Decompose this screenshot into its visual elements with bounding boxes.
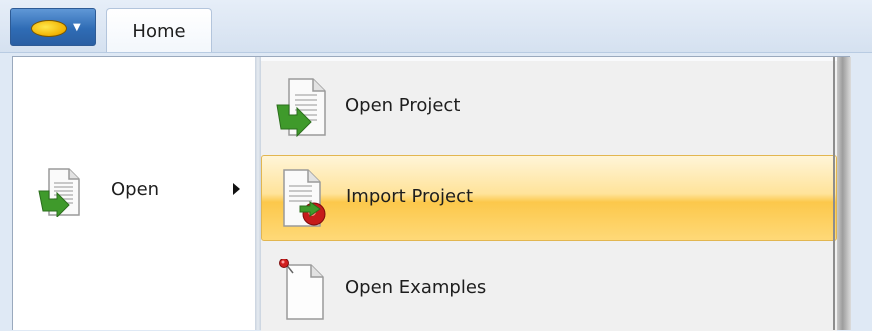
menu-shadow-edge: [837, 57, 851, 330]
dropdown-caret-icon: ▼: [73, 22, 81, 33]
document-import-icon: [276, 168, 332, 233]
menu-left-pane: Open: [13, 57, 255, 330]
document-pin-icon: [275, 258, 331, 326]
submenu-item-open-project-label: Open Project: [345, 95, 461, 116]
tab-home[interactable]: Home: [106, 8, 212, 52]
ribbon-bar: ▼ Home: [0, 0, 872, 53]
application-menu-button[interactable]: ▼: [10, 8, 96, 46]
submenu-item-import-project-label: Import Project: [346, 186, 474, 207]
submenu-item-open-examples[interactable]: Open Examples: [261, 247, 837, 331]
application-dropdown-menu: Open Open Project Import Project Open Ex…: [12, 56, 851, 331]
app-logo-icon: [31, 20, 67, 37]
menu-right-border: [833, 57, 835, 330]
submenu-item-open-examples-label: Open Examples: [345, 277, 487, 298]
document-green-arrow-icon: [275, 77, 331, 142]
submenu-item-open-project[interactable]: Open Project: [261, 65, 837, 149]
submenu-item-import-project[interactable]: Import Project: [261, 155, 837, 241]
document-green-arrow-icon: [37, 167, 87, 222]
menu-item-open[interactable]: Open: [19, 165, 251, 219]
menu-item-open-label: Open: [111, 179, 160, 200]
tab-home-label: Home: [132, 21, 186, 42]
submenu-pane: Open Project Import Project Open Example…: [261, 61, 837, 331]
submenu-arrow-icon: [233, 183, 240, 195]
